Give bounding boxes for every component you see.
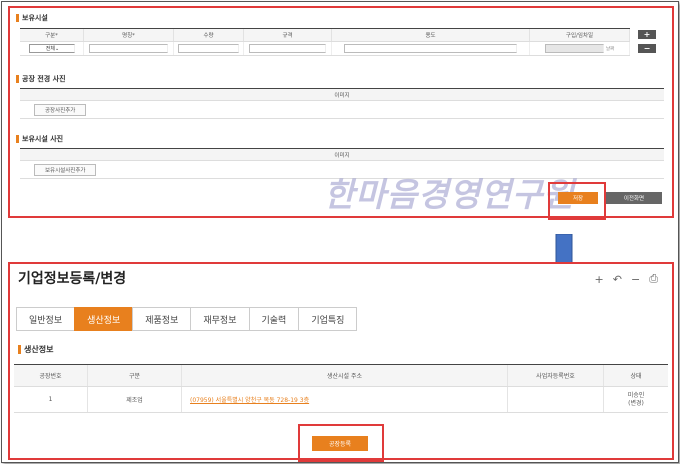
col-usage: 용도 [332, 29, 530, 41]
toolbar: + ↶ − ⎙ [595, 272, 658, 286]
add-factory-photo-button[interactable]: 공장사진추가 [34, 104, 87, 116]
col-type: 구분* [20, 29, 84, 41]
biz-no-cell [508, 387, 604, 412]
section-marker [18, 345, 21, 354]
type-select[interactable]: 전체 ⌄ [28, 44, 75, 53]
add-facility-photo-button[interactable]: 보유시설사진추가 [34, 164, 97, 176]
save-highlight-box [548, 182, 606, 220]
facility-photo-section-title: 보유시설 사진 [16, 134, 63, 144]
facility-photo-header: 이미지 [20, 149, 664, 161]
tab-production[interactable]: 생산정보 [74, 307, 133, 331]
col-category: 구분 [88, 365, 182, 386]
date-input[interactable] [544, 44, 605, 53]
section-marker [16, 135, 19, 143]
type-select-value: 전체 [45, 46, 55, 52]
tab-features[interactable]: 기업특징 [298, 307, 358, 331]
back-button[interactable]: 이전화면 [606, 192, 662, 204]
tab-technology[interactable]: 기술력 [248, 307, 299, 331]
factory-photo-table: 이미지 공장사진추가 [20, 88, 664, 119]
col-status: 상태 [630, 373, 642, 380]
bottom-screenshot-panel: 기업정보등록/변경 + ↶ − ⎙ 일반정보 생산정보 제품정보 재무정보 기술… [8, 262, 674, 462]
production-section-title: 생산정보 [18, 344, 53, 355]
chevron-down-icon: ⌄ [55, 45, 60, 52]
status-cell: 미승인 (변경) [604, 387, 668, 412]
plus-icon[interactable]: + [595, 273, 604, 286]
facilities-input-row: 전체 ⌄ 날짜 [20, 42, 630, 56]
qty-cell [174, 42, 244, 55]
col-address: 생산시설 주소 [182, 365, 508, 386]
status-subtext: (변경) [628, 399, 644, 407]
undo-icon[interactable]: ↶ [613, 273, 622, 286]
type-cell: 전체 ⌄ [20, 42, 84, 55]
factory-photo-section-title: 공장 전경 사진 [16, 74, 66, 84]
facilities-header-row: 구분* 명칭* 수량 규격 용도 구입/임차일 [20, 29, 630, 42]
col-factory-no: 공장번호 [14, 365, 88, 386]
tab-product[interactable]: 제품정보 [132, 307, 191, 331]
watermark-text: 한마음경영연구원 [324, 175, 575, 214]
col-name: 명칭* [84, 29, 174, 41]
facilities-table: 구분* 명칭* 수량 규격 용도 구입/임차일 전체 ⌄ 날짜 [20, 28, 630, 56]
spec-cell [244, 42, 332, 55]
address-link[interactable]: (07959) 서울특별시 양천구 목동 728-19 3층 [182, 387, 508, 412]
screenshot-frame: 보유시설 구분* 명칭* 수량 규격 용도 구입/임차일 전체 ⌄ 날짜 + −… [1, 1, 679, 463]
col-biz-no: 사업자등록번호 [508, 365, 604, 386]
col-date: 구입/임차일 [530, 29, 630, 41]
register-highlight-box [298, 424, 384, 462]
info-tabs: 일반정보 생산정보 제품정보 재무정보 기술력 기업특징 [16, 307, 358, 331]
table-row: 1 제조업 (07959) 서울특별시 양천구 목동 728-19 3층 미승인… [14, 387, 668, 413]
status-text: 미승인 [627, 391, 645, 399]
page-title: 기업정보등록/변경 [18, 271, 127, 287]
factory-photo-body: 공장사진추가 [20, 101, 664, 119]
production-header-row: 공장번호 구분 생산시설 주소 사업자등록번호 상태 [14, 365, 668, 387]
factory-no-cell: 1 [14, 387, 88, 412]
section-marker [16, 14, 19, 22]
factory-photo-header: 이미지 [20, 89, 664, 101]
tab-finance[interactable]: 재무정보 [190, 307, 249, 331]
name-input[interactable] [89, 44, 168, 53]
production-table: 공장번호 구분 생산시설 주소 사업자등록번호 상태 1 제조업 (07959)… [14, 364, 668, 413]
tab-general[interactable]: 일반정보 [16, 307, 75, 331]
production-title-text: 생산정보 [24, 345, 54, 354]
date-cell: 날짜 [530, 42, 630, 55]
facilities-title-text: 보유시설 [22, 14, 48, 22]
usage-input[interactable] [343, 44, 518, 53]
factory-photo-title-text: 공장 전경 사진 [22, 75, 66, 83]
col-spec: 규격 [244, 29, 332, 41]
facility-photo-title-text: 보유시설 사진 [22, 135, 64, 143]
qty-input[interactable] [178, 44, 239, 53]
col-qty: 수량 [174, 29, 244, 41]
name-cell [84, 42, 174, 55]
spec-input[interactable] [249, 44, 326, 53]
date-picker-button[interactable]: 날짜 [606, 46, 614, 52]
category-cell: 제조업 [88, 387, 182, 412]
print-icon[interactable]: ⎙ [649, 272, 658, 286]
minus-icon[interactable]: − [631, 273, 640, 286]
add-row-button[interactable]: + [638, 30, 656, 39]
facilities-section-title: 보유시설 [16, 13, 48, 23]
remove-row-button[interactable]: − [638, 44, 656, 53]
section-marker [16, 75, 19, 83]
usage-cell [332, 42, 530, 55]
